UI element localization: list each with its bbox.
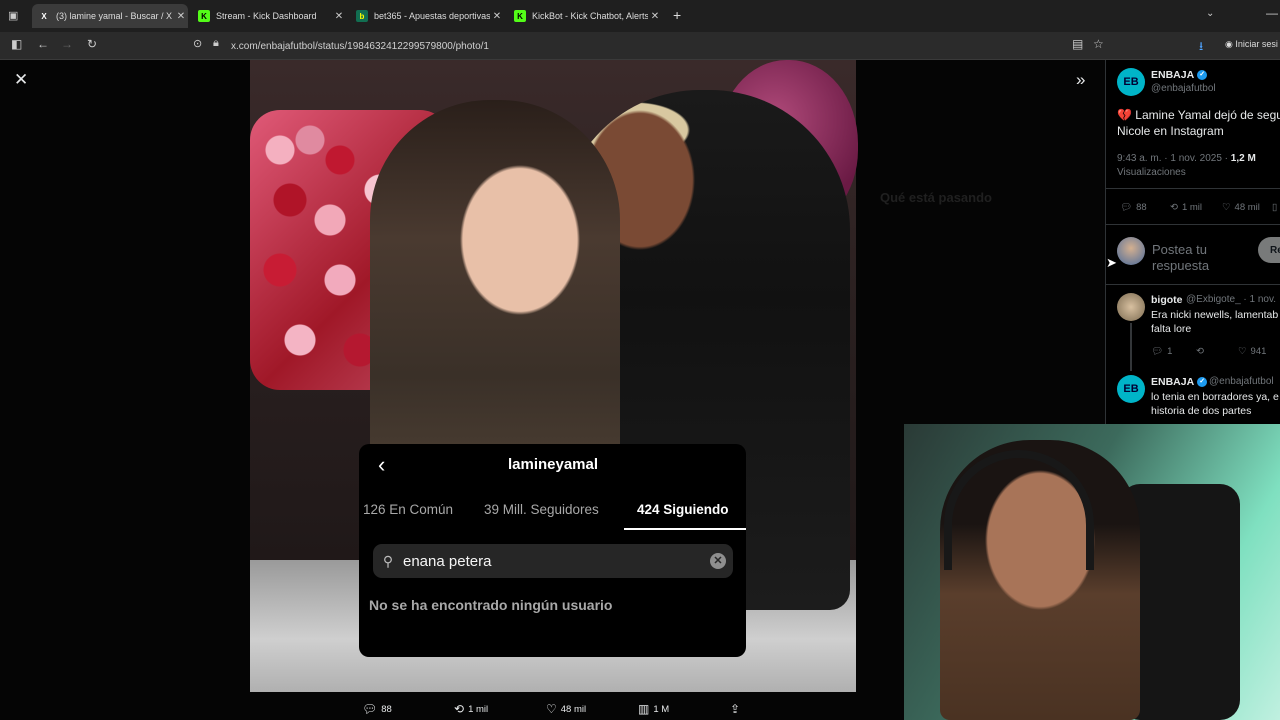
- photo-share-button[interactable]: ⇪: [730, 702, 740, 716]
- back-chevron-icon: ‹: [378, 452, 386, 477]
- trending-heading: Qué está pasando: [880, 190, 992, 205]
- user-avatar: [1117, 237, 1145, 265]
- ig-search-value: enana petera: [403, 552, 492, 570]
- verified-badge-icon: ✓: [1197, 70, 1208, 81]
- forward-icon[interactable]: →: [61, 37, 73, 51]
- new-tab-icon[interactable]: +: [673, 7, 681, 23]
- back-icon[interactable]: ←: [37, 37, 49, 51]
- ig-tab-common: 126 En Común: [363, 502, 454, 517]
- lock-icon: 🔒︎: [213, 37, 219, 49]
- close-icon[interactable]: ✕: [14, 70, 28, 90]
- search-icon: ⚲: [382, 552, 394, 569]
- reload-icon[interactable]: ↻: [87, 37, 97, 51]
- browser-tab-bar: ▣ X (3) lamine yamal - Buscar / X ✕ K St…: [0, 0, 1280, 32]
- tweet-timestamp: 9:43 a. m. · 1 nov. 2025 · 1,2 M: [1117, 153, 1256, 164]
- bookmark-icon: ▯: [1272, 202, 1278, 213]
- enbaja-avatar[interactable]: EB: [1117, 375, 1145, 403]
- reply-repost-button[interactable]: ⟲: [1196, 346, 1204, 357]
- verified-badge-icon: ✓: [1197, 377, 1208, 388]
- photo-views-button[interactable]: ▥ 1 M: [638, 702, 669, 716]
- reply-author[interactable]: ENBAJA ✓: [1151, 376, 1208, 388]
- sidebar-toggle-icon[interactable]: ◧: [11, 37, 22, 51]
- minimize-icon[interactable]: —: [1266, 6, 1278, 20]
- ig-empty-message: No se ha encontrado ningún usuario: [369, 597, 613, 613]
- ig-tab-followers: 39 Mill. Seguidores: [484, 502, 599, 517]
- views-icon: ▥: [638, 702, 650, 716]
- heart-icon: ♡: [1238, 346, 1247, 357]
- reply-avatar[interactable]: [1117, 293, 1145, 321]
- tweet-repost-button[interactable]: ⟲ 1 mil: [1170, 202, 1202, 213]
- reply-submit-button[interactable]: Re: [1258, 237, 1280, 263]
- bet365-icon: b: [356, 10, 368, 22]
- profile-button[interactable]: ◉ Iniciar sesi: [1225, 39, 1278, 50]
- ig-search-field: ⚲ enana petera ✕: [373, 544, 733, 578]
- photo-like-button[interactable]: ♡ 48 mil: [546, 702, 586, 716]
- cursor-icon: ➤: [1106, 255, 1117, 270]
- tweet-like-button[interactable]: ♡ 48 mil: [1222, 202, 1260, 213]
- divider: [1105, 188, 1280, 189]
- bookmark-star-icon[interactable]: ☆: [1093, 37, 1104, 51]
- profile-icon: ◉: [1225, 39, 1233, 49]
- close-tab-icon[interactable]: ✕: [174, 11, 188, 22]
- tweet-handle[interactable]: @enbajafutbol: [1151, 83, 1216, 94]
- reply-icon: 💬︎: [1120, 202, 1133, 213]
- reply-text: lo tenia en borradores ya, e historia de…: [1151, 391, 1279, 417]
- repost-icon: ⟲: [454, 702, 465, 716]
- tab-x-search[interactable]: X (3) lamine yamal - Buscar / X ✕: [32, 4, 188, 28]
- reply-thread-line: [1130, 323, 1132, 371]
- heart-icon: ♡: [1222, 202, 1231, 213]
- reply-author[interactable]: bigote: [1151, 294, 1183, 306]
- address-bar[interactable]: x.com/enbajafutbol/status/19846324122995…: [231, 36, 1051, 56]
- tweet-text: 💔 Lamine Yamal dejó de segu Nicole en In…: [1117, 108, 1280, 138]
- tab-kick-dashboard[interactable]: K Stream - Kick Dashboard ✕: [192, 4, 346, 28]
- tab-list-icon[interactable]: ▣: [8, 9, 18, 22]
- kick-icon: K: [514, 10, 526, 22]
- reply-handle[interactable]: @Exbigote_ · 1 nov.: [1186, 294, 1276, 305]
- reply-icon: 💬︎: [1151, 346, 1164, 357]
- collapse-sidebar-icon[interactable]: »: [1076, 70, 1085, 90]
- reply-reply-button[interactable]: 💬︎ 1: [1151, 346, 1172, 357]
- tab-kickbot[interactable]: K KickBot - Kick Chatbot, Alerts, T ✕: [508, 4, 662, 28]
- enbaja-avatar[interactable]: EB: [1117, 68, 1145, 96]
- divider: [1105, 224, 1280, 225]
- repost-icon: ⟲: [1170, 202, 1178, 213]
- repost-icon: ⟲: [1196, 346, 1204, 357]
- reply-input[interactable]: Postea tu respuesta: [1152, 242, 1209, 274]
- ig-tab-following: 424 Siguiendo: [637, 502, 729, 517]
- chevron-down-icon[interactable]: ⌄: [1206, 8, 1214, 19]
- url-text: x.com/enbajafutbol/status/19846324122995…: [231, 40, 489, 52]
- divider: [1105, 284, 1280, 285]
- reply-text: Era nicki newells, lamentab falta lore: [1151, 309, 1279, 335]
- reader-mode-icon[interactable]: ▤: [1072, 37, 1083, 51]
- ig-tab-underline: [624, 528, 746, 530]
- clear-icon: ✕: [710, 553, 726, 569]
- views-label: Visualizaciones: [1117, 167, 1186, 178]
- ig-username: lamineyamal: [507, 456, 599, 473]
- photo-repost-button[interactable]: ⟲ 1 mil: [454, 702, 488, 716]
- reply-handle[interactable]: @enbajafutbol: [1209, 376, 1274, 387]
- x-icon: X: [41, 11, 47, 21]
- close-tab-icon[interactable]: ✕: [332, 11, 346, 22]
- heart-icon: ♡: [546, 702, 557, 716]
- profile-label: Iniciar sesi: [1235, 39, 1278, 49]
- tweet-bookmark-button[interactable]: ▯: [1272, 202, 1277, 213]
- share-icon: ⇪: [730, 702, 741, 716]
- download-icon[interactable]: ⭳: [1199, 37, 1203, 58]
- close-tab-icon[interactable]: ✕: [490, 11, 504, 22]
- close-tab-icon[interactable]: ✕: [648, 11, 662, 22]
- reply-like-button[interactable]: ♡ 941: [1238, 346, 1266, 357]
- tweet-author[interactable]: ENBAJA ✓: [1151, 69, 1208, 81]
- site-info-icon[interactable]: ⊙: [193, 37, 202, 50]
- reply-icon: 💬︎: [362, 702, 378, 716]
- photo-reply-button[interactable]: 💬︎ 88: [362, 702, 392, 716]
- tab-bet365[interactable]: b bet365 - Apuestas deportivas en ✕: [350, 4, 504, 28]
- kick-icon: K: [198, 10, 210, 22]
- tweet-reply-button[interactable]: 💬︎ 88: [1120, 202, 1147, 213]
